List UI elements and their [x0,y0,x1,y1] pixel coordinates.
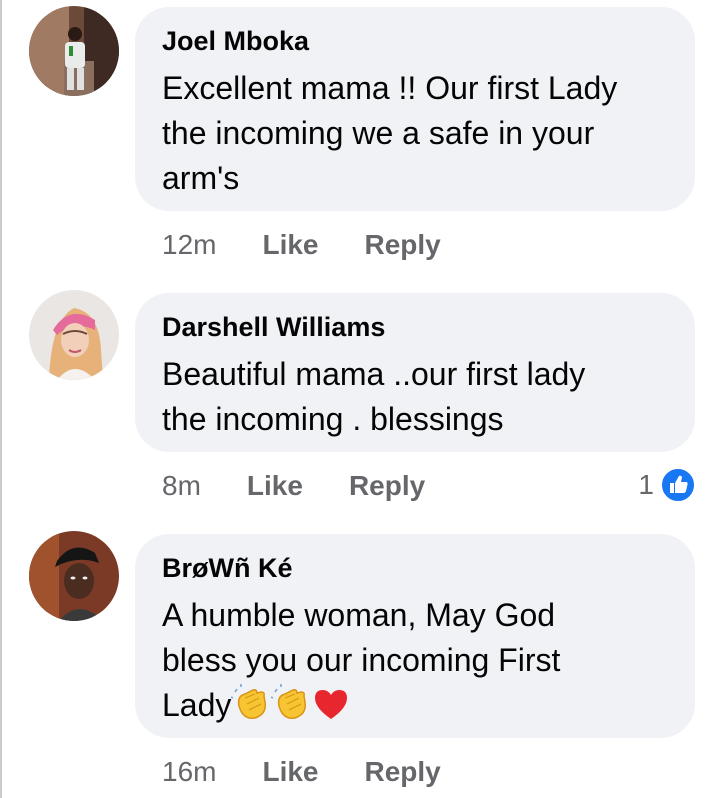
avatar[interactable] [29,6,119,96]
avatar[interactable] [29,290,119,380]
comment-text-line: Excellent mama !! Our first Lady [162,70,618,106]
like-reaction-icon [660,467,696,503]
like-button[interactable]: Like [247,469,303,503]
avatar[interactable] [29,531,119,621]
comment-text-line-with-emoji: Lady [162,683,669,736]
like-button[interactable]: Like [262,755,318,789]
person-photo-icon [29,6,119,96]
reply-button[interactable]: Reply [365,228,441,262]
comment-text-line: Lady [162,687,232,723]
comment-actions: 16m Like Reply [162,755,441,789]
red-heart-icon [311,684,351,736]
comment-author[interactable]: Darshell Williams [162,311,669,343]
comment-author[interactable]: BrøWñ Ké [162,552,669,584]
comment-text-line: bless you our incoming First [162,642,561,678]
comment-text-line: the incoming . blessings [162,401,504,437]
comment-author[interactable]: Joel Mboka [162,25,669,57]
comment-timestamp[interactable]: 12m [162,228,216,262]
reaction-count: 1 [638,469,654,500]
comment-actions: 8m Like Reply [162,469,425,503]
comment-text-line: the incoming we a safe in your [162,115,595,151]
comment-text-line: A humble woman, May God [162,597,556,633]
comment-text: Excellent mama !! Our first Lady the inc… [162,66,669,201]
comment-text: Beautiful mama ..our first lady the inco… [162,352,669,442]
comment-bubble: BrøWñ Ké A humble woman, May God bless y… [135,534,695,738]
reaction-summary[interactable]: 1 [638,467,696,503]
clapping-hands-icon [231,684,271,736]
comment-timestamp[interactable]: 16m [162,755,216,789]
like-button[interactable]: Like [262,228,318,262]
reply-button[interactable]: Reply [365,755,441,789]
reply-button[interactable]: Reply [349,469,425,503]
woman-photo-icon [29,290,119,380]
man-photo-icon [29,531,119,621]
comment-actions: 12m Like Reply [162,228,441,262]
comment-text-line: arm's [162,160,240,196]
comment-text: A humble woman, May God bless you our in… [162,593,669,736]
comment-timestamp[interactable]: 8m [162,469,201,503]
clapping-hands-icon [271,684,311,736]
comment-text-line: Beautiful mama ..our first lady [162,356,586,392]
comment-bubble: Darshell Williams Beautiful mama ..our f… [135,293,695,452]
comment-bubble: Joel Mboka Excellent mama !! Our first L… [135,7,695,211]
